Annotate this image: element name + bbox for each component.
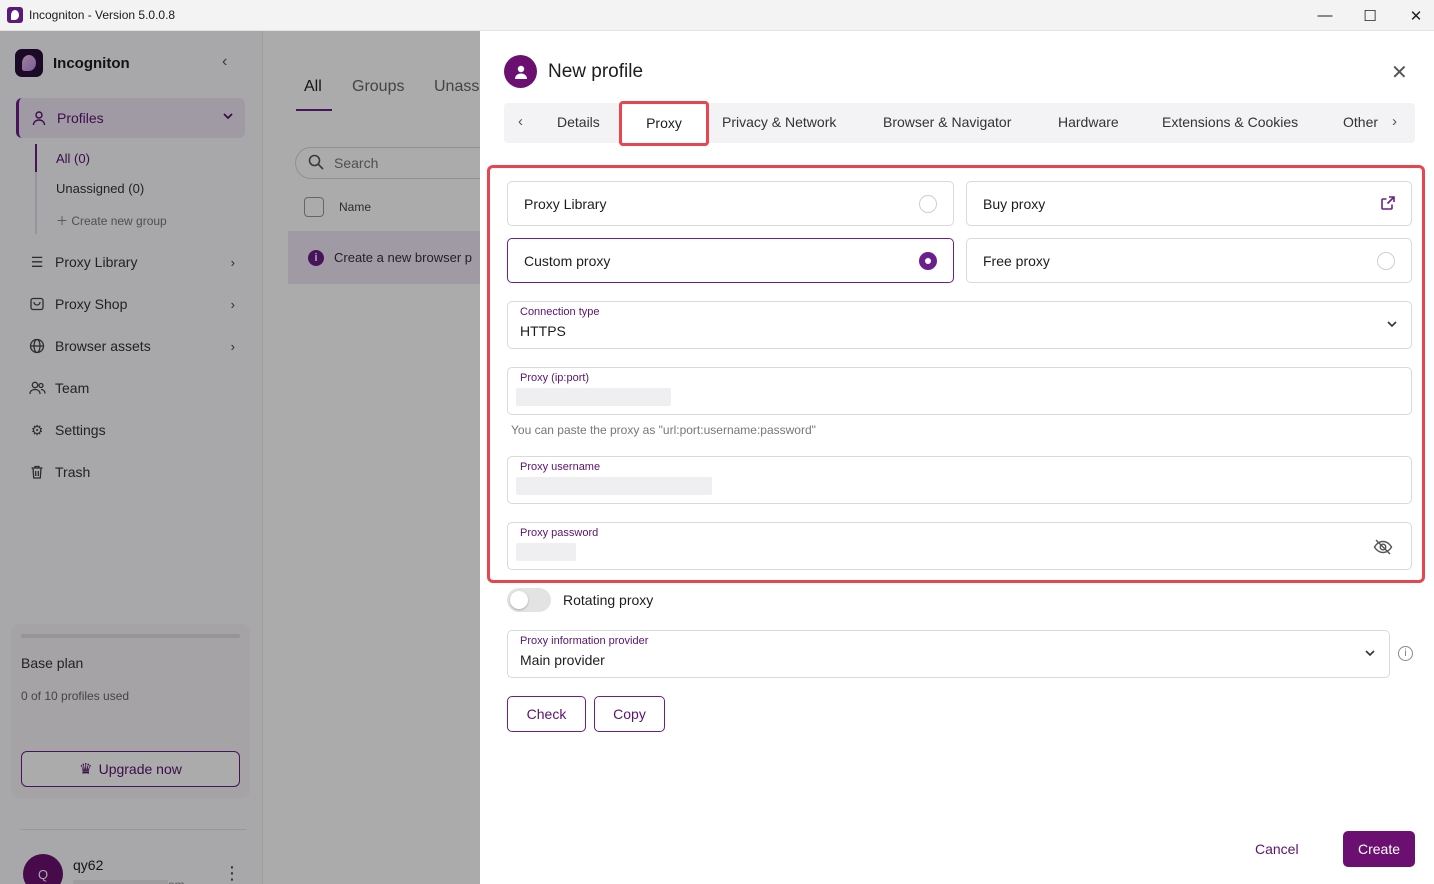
option-label: Custom proxy [524, 252, 611, 269]
field-label: Proxy (ip:port) [520, 372, 590, 384]
chevron-down-icon [1365, 650, 1375, 657]
radio-custom-proxy[interactable] [919, 252, 937, 270]
field-value: HTTPS [520, 323, 566, 339]
connection-type-select[interactable]: Connection type HTTPS [507, 301, 1412, 349]
chevron-down-icon [1387, 321, 1397, 328]
redacted-value [516, 477, 712, 495]
tab-hardware[interactable]: Hardware [1058, 114, 1119, 130]
window-title: Incogniton - Version 5.0.0.8 [29, 8, 176, 22]
cancel-button[interactable]: Cancel [1255, 841, 1299, 857]
window-titlebar: Incogniton - Version 5.0.0.8 — ☐ ✕ [0, 0, 1434, 31]
modal-overlay[interactable] [0, 31, 480, 884]
proxy-provider-select[interactable]: Proxy information provider Main provider [507, 630, 1390, 678]
field-label: Connection type [520, 306, 600, 318]
rotating-proxy-label: Rotating proxy [563, 592, 654, 608]
redacted-value [516, 388, 671, 406]
tab-other[interactable]: Other [1343, 114, 1378, 130]
minimize-button[interactable]: — [1302, 0, 1348, 31]
eye-off-icon[interactable] [1373, 537, 1393, 557]
free-proxy-option[interactable]: Free proxy [966, 238, 1412, 283]
tab-browser-navigator[interactable]: Browser & Navigator [883, 114, 1011, 130]
check-button[interactable]: Check [507, 696, 586, 732]
field-value: Main provider [520, 652, 605, 668]
field-label: Proxy information provider [520, 635, 649, 647]
buy-proxy-option[interactable]: Buy proxy [966, 181, 1412, 226]
radio-free-proxy[interactable] [1377, 252, 1395, 270]
field-label: Proxy username [520, 461, 601, 473]
external-link-icon [1381, 196, 1395, 210]
tabs-scroll-left-icon[interactable]: ‹ [518, 113, 523, 130]
profile-avatar-icon [504, 55, 537, 88]
tab-privacy-network[interactable]: Privacy & Network [722, 114, 836, 130]
proxy-ip-port-input[interactable]: Proxy (ip:port) [507, 367, 1412, 415]
close-icon[interactable]: ✕ [1391, 60, 1408, 85]
info-icon[interactable]: i [1398, 646, 1413, 661]
custom-proxy-option[interactable]: Custom proxy [507, 238, 954, 283]
close-window-button[interactable]: ✕ [1393, 0, 1434, 31]
page-title: New profile [548, 61, 644, 82]
rotating-proxy-toggle[interactable] [507, 588, 551, 612]
option-label: Buy proxy [983, 195, 1046, 212]
proxy-hint: You can paste the proxy as "url:port:use… [511, 423, 816, 437]
app-logo-icon [7, 7, 23, 23]
tabs-scroll-right-icon[interactable]: › [1392, 113, 1397, 130]
copy-button[interactable]: Copy [594, 696, 665, 732]
create-button[interactable]: Create [1343, 831, 1415, 867]
option-label: Free proxy [983, 252, 1050, 269]
maximize-button[interactable]: ☐ [1347, 0, 1393, 31]
tab-extensions-cookies[interactable]: Extensions & Cookies [1162, 114, 1298, 130]
proxy-library-option[interactable]: Proxy Library [507, 181, 954, 226]
tab-details[interactable]: Details [557, 114, 600, 130]
option-label: Proxy Library [524, 195, 607, 212]
radio-proxy-library[interactable] [919, 195, 937, 213]
redacted-value [516, 543, 576, 561]
new-profile-drawer: New profile ✕ ‹ Details Proxy Privacy & … [480, 31, 1434, 884]
proxy-username-input[interactable]: Proxy username [507, 456, 1412, 504]
tab-highlight-box [619, 101, 709, 146]
proxy-password-input[interactable]: Proxy password [507, 522, 1412, 570]
field-label: Proxy password [520, 527, 599, 539]
